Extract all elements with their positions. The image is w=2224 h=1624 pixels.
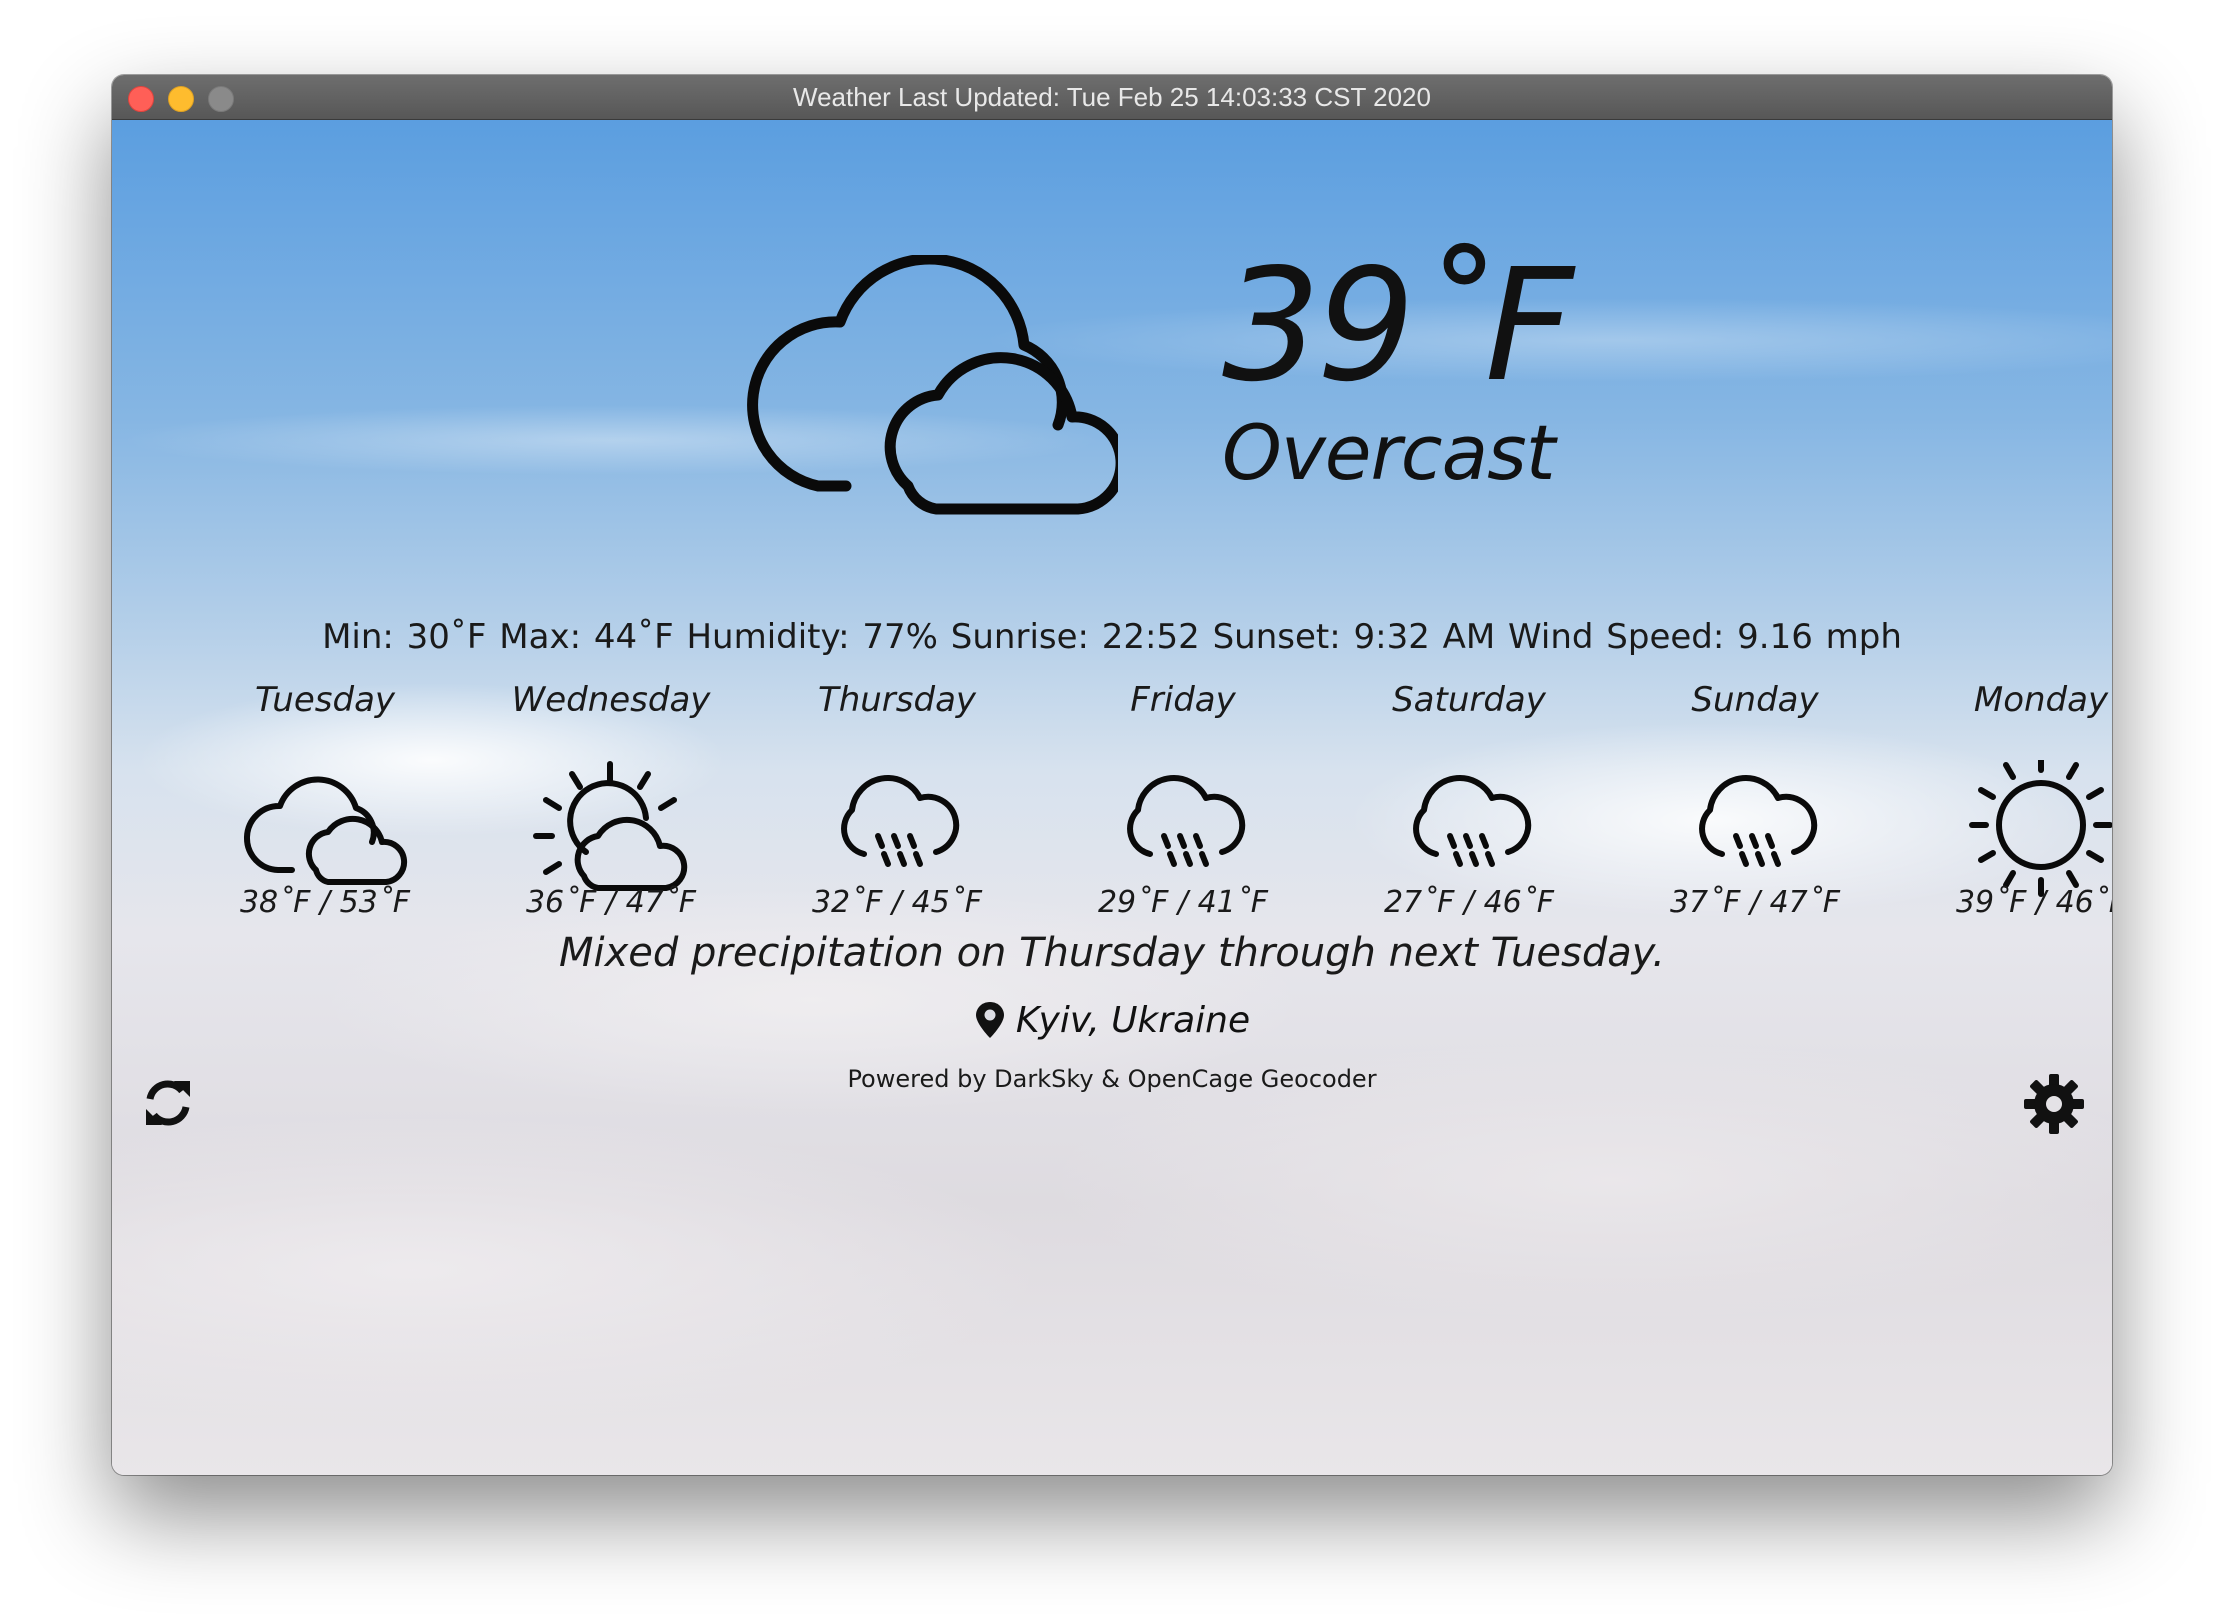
title-bar: Weather Last Updated: Tue Feb 25 14:03:3… — [112, 75, 2112, 120]
gear-icon[interactable] — [2022, 1072, 2086, 1136]
forecast-day-name: Monday — [1973, 680, 2109, 720]
location-name[interactable]: Kyiv, Ukraine — [1016, 1000, 1250, 1041]
forecast-temps: 27˚F / 46˚F — [1383, 885, 1555, 920]
forecast-day-name: Sunday — [1691, 680, 1819, 720]
daily-forecast: Tuesday 38˚F / 53˚F Wednesday 36˚F / 47˚… — [182, 680, 2112, 960]
forecast-day-name: Saturday — [1392, 680, 1546, 720]
refresh-icon[interactable] — [140, 1075, 196, 1131]
current-summary: Overcast — [1222, 408, 1556, 497]
forecast-day: Wednesday 36˚F / 47˚F — [468, 680, 754, 960]
forecast-day-name: Wednesday — [511, 680, 711, 720]
forecast-day-name: Friday — [1130, 680, 1236, 720]
forecast-day: Tuesday 38˚F / 53˚F — [182, 680, 468, 960]
forecast-temps: 38˚F / 53˚F — [239, 885, 411, 920]
current-stats: Min: 30˚F Max: 44˚F Humidity: 77% Sunris… — [322, 617, 1902, 657]
overcast-clouds-icon — [747, 255, 1118, 515]
forecast-temps: 29˚F / 41˚F — [1097, 885, 1269, 920]
forecast-day: Thursday 32˚F / 45˚F — [754, 680, 1040, 960]
forecast-day: Friday 29˚F / 41˚F — [1040, 680, 1326, 960]
forecast-temps: 32˚F / 45˚F — [811, 885, 983, 920]
location-line: Kyiv, Ukraine — [112, 1000, 2112, 1041]
window-title: Weather Last Updated: Tue Feb 25 14:03:3… — [793, 82, 1431, 112]
forecast-temps: 39˚F / 46˚F — [1955, 885, 2112, 920]
forecast-day: Sunday 37˚F / 47˚F — [1612, 680, 1898, 960]
forecast-day-name: Thursday — [817, 680, 977, 720]
forecast-temps: 36˚F / 47˚F — [525, 885, 697, 920]
weather-panel: 39˚F Overcast Min: 30˚F Max: 44˚F Humidi… — [112, 120, 2112, 1475]
forecast-narrative: Mixed precipitation on Thursday through … — [558, 930, 1666, 976]
app-window: Weather Last Updated: Tue Feb 25 14:03:3… — [112, 75, 2112, 1475]
forecast-day-name: Tuesday — [254, 680, 396, 720]
forecast-temps: 37˚F / 47˚F — [1669, 885, 1841, 920]
forecast-day: Monday 39˚F / 46˚F — [1898, 680, 2112, 960]
forecast-day: Saturday 27˚F / 46˚F — [1326, 680, 1612, 960]
map-pin-icon — [975, 1002, 1004, 1038]
powered-by-credit: Powered by DarkSky & OpenCage Geocoder — [847, 1065, 1377, 1093]
current-temperature: 39˚F — [1222, 235, 1574, 416]
